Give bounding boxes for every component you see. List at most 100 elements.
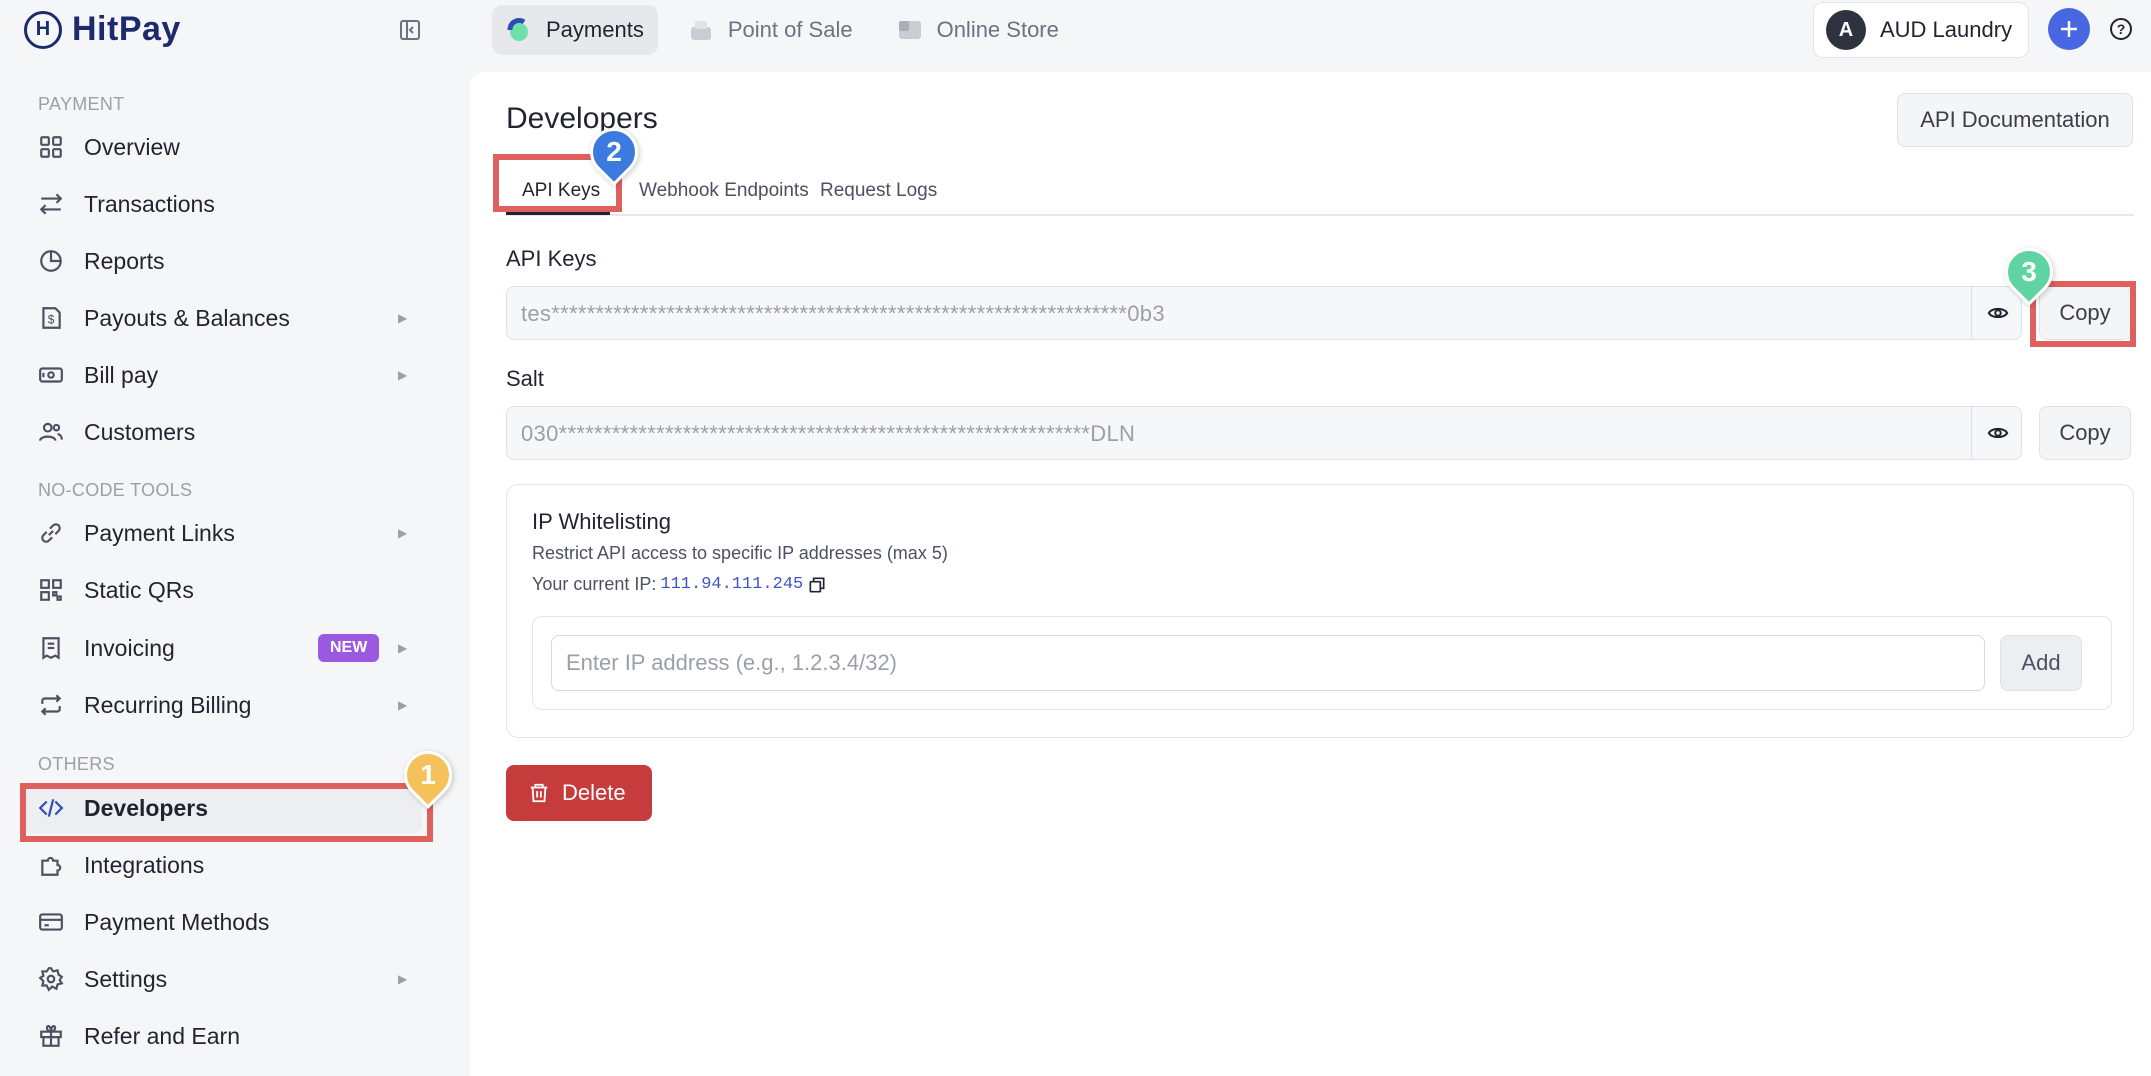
salt-field: 030*************************************… xyxy=(506,406,2022,460)
ip-whitelisting-description: Restrict API access to specific IP addre… xyxy=(532,543,948,563)
top-tabs: Payments Point of Sale Online Store xyxy=(492,5,1073,55)
svg-text:$: $ xyxy=(48,312,55,326)
account-switcher[interactable]: A AUD Laundry xyxy=(1813,2,2029,58)
store-icon xyxy=(898,21,921,39)
top-bar: H HitPay Payments Point of Sale Online S… xyxy=(0,0,2151,60)
current-ip-row: Your current IP: 111.94.111.245 xyxy=(532,574,827,595)
link-icon xyxy=(41,523,61,543)
sidebar-collapse-icon[interactable] xyxy=(398,18,422,42)
add-button[interactable] xyxy=(2048,8,2090,50)
expand-arrow-icon[interactable]: ▶ xyxy=(398,368,407,382)
sidebar-item-invoicing[interactable]: Invoicing NEW ▶ xyxy=(22,623,422,673)
cash-icon xyxy=(39,367,63,383)
sidebar-item-payment-methods[interactable]: Payment Methods xyxy=(22,897,422,947)
salt-label: Salt xyxy=(506,366,544,391)
sidebar-item-label: Invoicing xyxy=(84,634,175,661)
pie-icon xyxy=(40,250,62,272)
salt-value: 030*************************************… xyxy=(521,421,1136,446)
logo-text: HitPay xyxy=(72,10,181,48)
sidebar-item-settings[interactable]: Settings ▶ xyxy=(22,954,422,1004)
api-key-field: tes*************************************… xyxy=(506,286,2022,340)
section-label-payment: PAYMENT xyxy=(38,94,125,114)
help-icon[interactable]: ? xyxy=(2110,18,2132,40)
users-icon xyxy=(39,422,63,442)
add-ip-button[interactable]: Add xyxy=(2000,635,2082,691)
sidebar-item-label: Recurring Billing xyxy=(84,691,252,718)
expand-arrow-icon[interactable]: ▶ xyxy=(398,641,407,655)
card-icon xyxy=(39,913,63,931)
sidebar-item-payment-links[interactable]: Payment Links ▶ xyxy=(22,508,422,558)
pos-icon xyxy=(690,21,711,40)
sidebar-item-label: Static QRs xyxy=(84,576,194,603)
api-keys-label: API Keys xyxy=(506,246,597,271)
sidebar-item-label: Overview xyxy=(84,133,180,160)
developer-tabs: API Keys Webhook Endpoints Request Logs xyxy=(506,168,2134,216)
sidebar-item-payouts[interactable]: $ Payouts & Balances ▶ xyxy=(22,293,422,343)
active-tab-underline xyxy=(506,212,610,215)
eye-icon xyxy=(1987,307,2008,319)
reveal-salt-button[interactable] xyxy=(1971,407,2023,459)
current-ip-label: Your current IP: xyxy=(532,574,657,594)
sidebar-item-label: Payment Links xyxy=(84,519,235,546)
sidebar-item-overview[interactable]: Overview xyxy=(22,122,422,172)
sidebar-item-refer-and-earn[interactable]: Refer and Earn xyxy=(22,1011,422,1061)
delete-label: Delete xyxy=(562,780,626,805)
main-panel: Developers API Documentation API Keys We… xyxy=(470,72,2151,1076)
sidebar-item-static-qrs[interactable]: Static QRs xyxy=(22,565,422,615)
tab-point-of-sale[interactable]: Point of Sale xyxy=(674,5,867,55)
gift-icon xyxy=(40,1025,62,1047)
qr-icon xyxy=(40,579,62,601)
sidebar-item-reports[interactable]: Reports xyxy=(22,236,422,286)
reveal-api-key-button[interactable] xyxy=(1971,287,2023,339)
copy-salt-button[interactable]: Copy xyxy=(2039,406,2131,460)
current-ip-value: 111.94.111.245 xyxy=(660,575,804,594)
sidebar-item-label: Reports xyxy=(84,247,165,274)
delete-button[interactable]: Delete xyxy=(506,765,652,821)
sidebar-item-label: Bill pay xyxy=(84,361,159,388)
step-number: 3 xyxy=(2021,256,2037,287)
new-badge: NEW xyxy=(318,634,380,662)
plus-icon xyxy=(2061,21,2077,37)
tab-label: Payments xyxy=(546,17,644,42)
sidebar-item-recurring-billing[interactable]: Recurring Billing ▶ xyxy=(22,680,422,730)
expand-arrow-icon[interactable]: ▶ xyxy=(398,526,407,540)
sidebar-item-label: Integrations xyxy=(84,851,205,878)
gear-icon xyxy=(38,967,64,992)
tab-payments[interactable]: Payments xyxy=(492,5,658,55)
payments-icon xyxy=(507,17,528,41)
sidebar-item-transactions[interactable]: Transactions xyxy=(22,179,422,229)
sidebar-item-label: Payment Methods xyxy=(84,908,270,935)
puzzle-icon xyxy=(41,856,62,876)
section-label-nocode: NO-CODE TOOLS xyxy=(38,480,193,500)
sidebar-item-bill-pay[interactable]: Bill pay ▶ xyxy=(22,350,422,400)
eye-icon xyxy=(1987,427,2008,439)
trash-icon xyxy=(530,783,548,803)
tab-request-logs[interactable]: Request Logs xyxy=(820,180,937,202)
tab-label: Online Store xyxy=(936,17,1059,42)
tab-online-store[interactable]: Online Store xyxy=(883,5,1073,55)
highlight-box-developers xyxy=(20,783,433,842)
sidebar-item-label: Customers xyxy=(84,418,196,445)
expand-arrow-icon[interactable]: ▶ xyxy=(398,698,407,712)
sidebar-item-label: Settings xyxy=(84,965,168,992)
ip-address-input[interactable] xyxy=(551,635,1985,691)
hitpay-logo[interactable]: H HitPay xyxy=(24,10,181,49)
ip-whitelisting-title: IP Whitelisting xyxy=(532,509,671,534)
dollar-doc-icon: $ xyxy=(42,307,61,329)
step-number: 2 xyxy=(606,136,622,167)
invoice-icon xyxy=(42,637,60,660)
sidebar-item-integrations[interactable]: Integrations xyxy=(22,840,422,890)
sidebar-item-customers[interactable]: Customers xyxy=(22,407,422,457)
api-key-value: tes*************************************… xyxy=(521,301,1165,326)
ip-entry-row: Add xyxy=(532,616,2112,710)
account-name: AUD Laundry xyxy=(1880,17,2013,42)
sidebar-item-label: Payouts & Balances xyxy=(84,304,290,331)
copy-icon[interactable] xyxy=(807,575,827,595)
api-documentation-button[interactable]: API Documentation xyxy=(1897,93,2133,147)
expand-arrow-icon[interactable]: ▶ xyxy=(398,972,407,986)
sidebar-item-label: Refer and Earn xyxy=(84,1022,240,1049)
logo-mark: H xyxy=(24,10,62,49)
tab-webhook-endpoints[interactable]: Webhook Endpoints xyxy=(639,180,809,202)
avatar: A xyxy=(1826,10,1866,50)
expand-arrow-icon[interactable]: ▶ xyxy=(398,311,407,325)
